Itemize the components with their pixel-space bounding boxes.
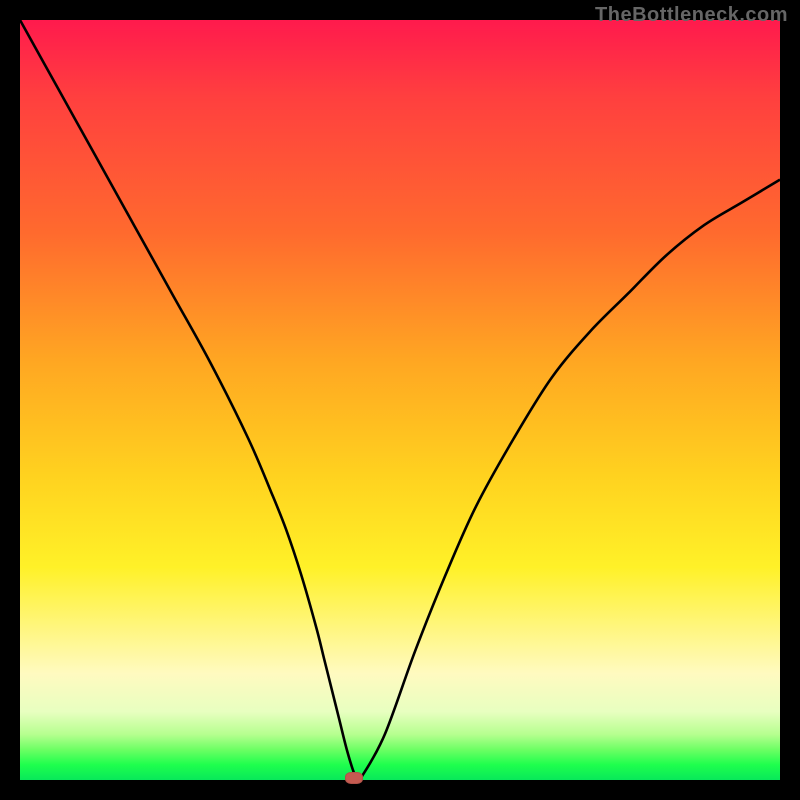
bottleneck-curve-path	[20, 20, 780, 780]
plot-area	[20, 20, 780, 780]
minimum-marker	[345, 772, 363, 784]
bottleneck-curve-svg	[20, 20, 780, 780]
watermark-text: TheBottleneck.com	[595, 4, 788, 27]
chart-frame: TheBottleneck.com	[0, 0, 800, 800]
